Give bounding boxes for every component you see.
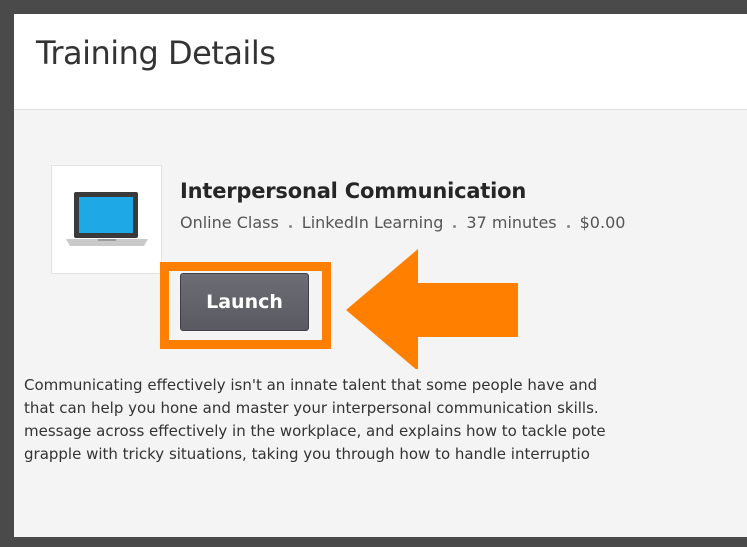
course-thumbnail (51, 165, 162, 274)
course-description: Communicating effectively isn't an innat… (24, 374, 747, 466)
page-header: Training Details (14, 14, 747, 110)
meta-separator (566, 225, 570, 228)
description-line: Communicating effectively isn't an innat… (24, 376, 598, 394)
course-meta: Online Class LinkedIn Learning 37 minute… (180, 213, 625, 232)
description-line: that can help you hone and master your i… (24, 399, 599, 417)
arrow-left-icon (346, 249, 518, 369)
course-provider: LinkedIn Learning (301, 213, 444, 232)
page-title: Training Details (36, 34, 276, 72)
course-duration: 37 minutes (466, 213, 557, 232)
course-title[interactable]: Interpersonal Communication (180, 179, 526, 203)
description-line: grapple with tricky situations, taking y… (24, 445, 590, 463)
description-line: message across effectively in the workpl… (24, 422, 606, 440)
screenshot-frame: Training Details Interpersonal Communica… (0, 0, 747, 547)
meta-separator (288, 225, 292, 228)
training-details-panel: Training Details Interpersonal Communica… (14, 14, 747, 537)
meta-separator (453, 225, 457, 228)
launch-button[interactable]: Launch (180, 273, 309, 331)
course-price: $0.00 (579, 213, 626, 232)
laptop-icon (66, 192, 148, 246)
course-type: Online Class (180, 213, 279, 232)
